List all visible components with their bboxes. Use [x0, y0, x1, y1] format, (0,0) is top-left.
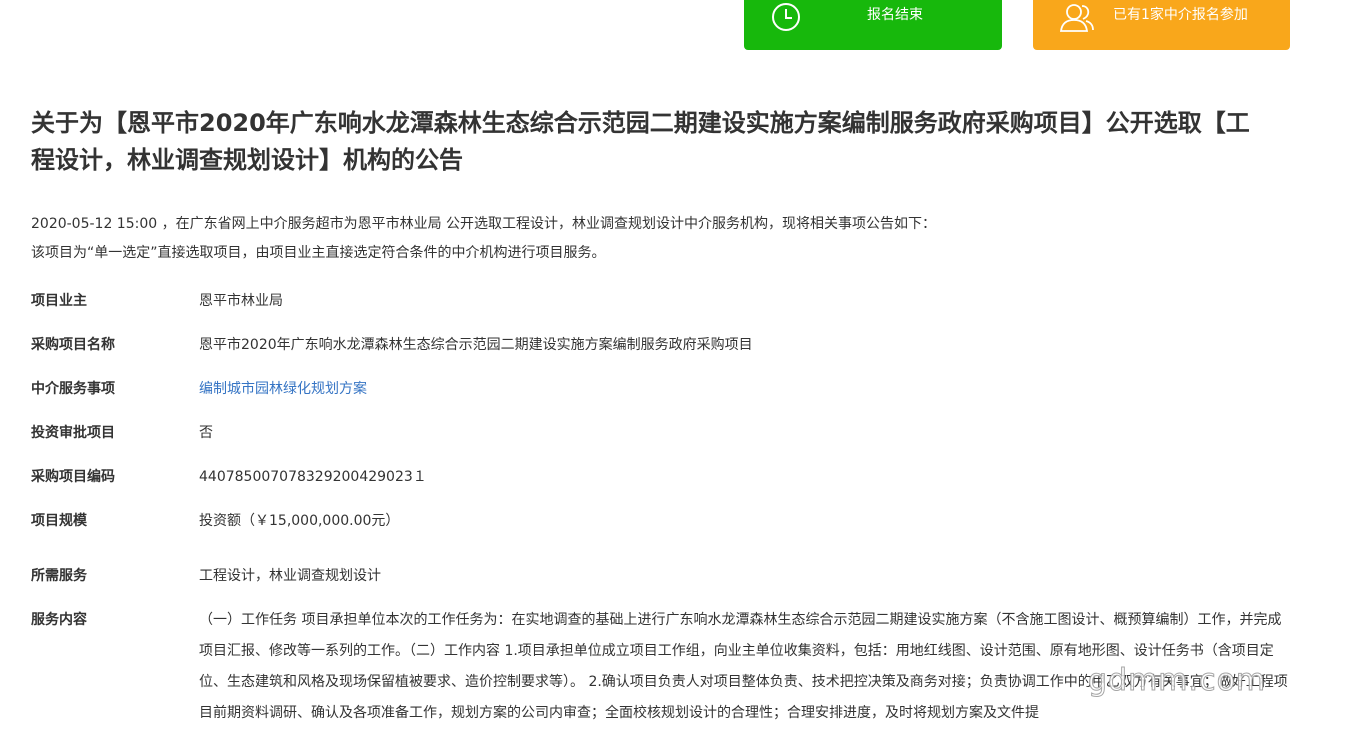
field-value: 440785007078329200429023１ [199, 469, 427, 485]
field-value: 投资额（￥15,000,000.00元） [199, 513, 400, 529]
intro-line-2: 该项目为“单一选定”直接选取项目，由项目业主直接选定符合条件的中介机构进行项目服… [31, 245, 606, 261]
field-label: 项目规模 [31, 513, 87, 529]
field-label: 投资审批项目 [31, 425, 115, 441]
field-value: 工程设计，林业调查规划设计 [199, 568, 381, 584]
announcement-title: 关于为【恩平市2020年广东响水龙潭森林生态综合示范园二期建设实施方案编制服务政… [31, 109, 1250, 174]
announcement-intro: 2020-05-12 15:00 ，在广东省网上中介服务超市为恩平市林业局 公开… [31, 210, 1291, 268]
registration-ended-button[interactable]: 报名结束 [744, 0, 1002, 50]
field-label: 采购项目编码 [31, 469, 115, 485]
field-label: 项目业主 [31, 293, 87, 309]
service-content-text: （一）工作任务 项目承担单位本次的工作任务为：在实地调查的基础上进行广东响水龙潭… [199, 612, 1288, 721]
field-value: 否 [199, 425, 213, 441]
agencies-registered-button[interactable]: 已有1家中介报名参加 [1033, 0, 1290, 50]
field-value: 恩平市2020年广东响水龙潭森林生态综合示范园二期建设实施方案编制服务政府采购项… [199, 337, 753, 353]
field-value: 恩平市林业局 [199, 293, 283, 309]
registration-ended-label: 报名结束 [867, 7, 923, 23]
intro-line-1: 2020-05-12 15:00 ，在广东省网上中介服务超市为恩平市林业局 公开… [31, 216, 937, 232]
service-item-link[interactable]: 编制城市园林绿化规划方案 [199, 378, 367, 400]
users-icon [1057, 0, 1094, 36]
field-label: 服务内容 [31, 612, 87, 628]
clock-icon [768, 0, 804, 36]
field-label: 所需服务 [31, 568, 87, 584]
agencies-registered-label: 已有1家中介报名参加 [1113, 7, 1248, 23]
field-label: 采购项目名称 [31, 337, 115, 353]
field-label: 中介服务事项 [31, 381, 115, 397]
